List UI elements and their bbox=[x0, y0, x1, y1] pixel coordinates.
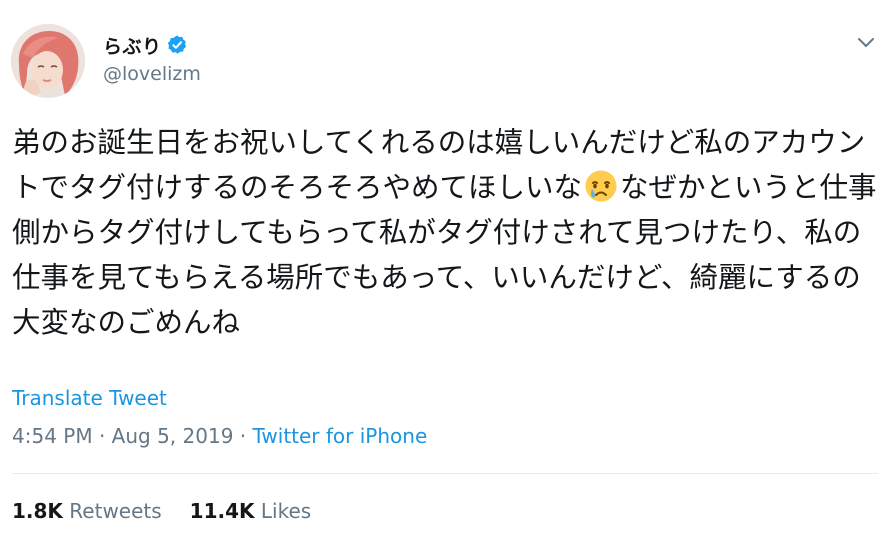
user-handle[interactable]: @lovelizm bbox=[103, 63, 201, 85]
tweet-stats: 1.8K Retweets 11.4K Likes bbox=[12, 499, 311, 523]
likes-stat[interactable]: 11.4K Likes bbox=[190, 499, 312, 523]
tweet-timestamp-row: 4:54 PM · Aug 5, 2019 · Twitter for iPho… bbox=[12, 424, 427, 448]
tweet-time[interactable]: 4:54 PM bbox=[12, 424, 93, 448]
tweet-text: 弟のお誕生日をお祝いしてくれるのは嬉しいんだけど私のアカウントでタグ付けするのそ… bbox=[12, 120, 882, 345]
avatar[interactable] bbox=[11, 24, 85, 98]
verified-badge-icon bbox=[166, 34, 188, 56]
crying-face-icon bbox=[584, 169, 618, 203]
chevron-down-icon[interactable] bbox=[855, 34, 877, 52]
retweets-label: Retweets bbox=[69, 499, 162, 523]
tweet-date[interactable]: Aug 5, 2019 bbox=[112, 424, 234, 448]
likes-label: Likes bbox=[260, 499, 312, 523]
tweet-source-link[interactable]: Twitter for iPhone bbox=[253, 424, 428, 448]
retweets-count: 1.8K bbox=[12, 499, 63, 523]
display-name-row: らぶり bbox=[103, 30, 188, 60]
meta-separator: · bbox=[92, 424, 112, 448]
divider bbox=[12, 473, 878, 474]
translate-tweet-link[interactable]: Translate Tweet bbox=[12, 386, 167, 410]
retweets-stat[interactable]: 1.8K Retweets bbox=[12, 499, 162, 523]
likes-count: 11.4K bbox=[189, 499, 255, 523]
meta-separator: · bbox=[233, 424, 253, 448]
tweet-detail: らぶり @lovelizm 弟のお誕生日をお祝いしてくれるのは嬉しいんだけど私の… bbox=[0, 0, 891, 538]
display-name[interactable]: らぶり bbox=[103, 32, 162, 59]
avatar-image bbox=[11, 24, 85, 98]
